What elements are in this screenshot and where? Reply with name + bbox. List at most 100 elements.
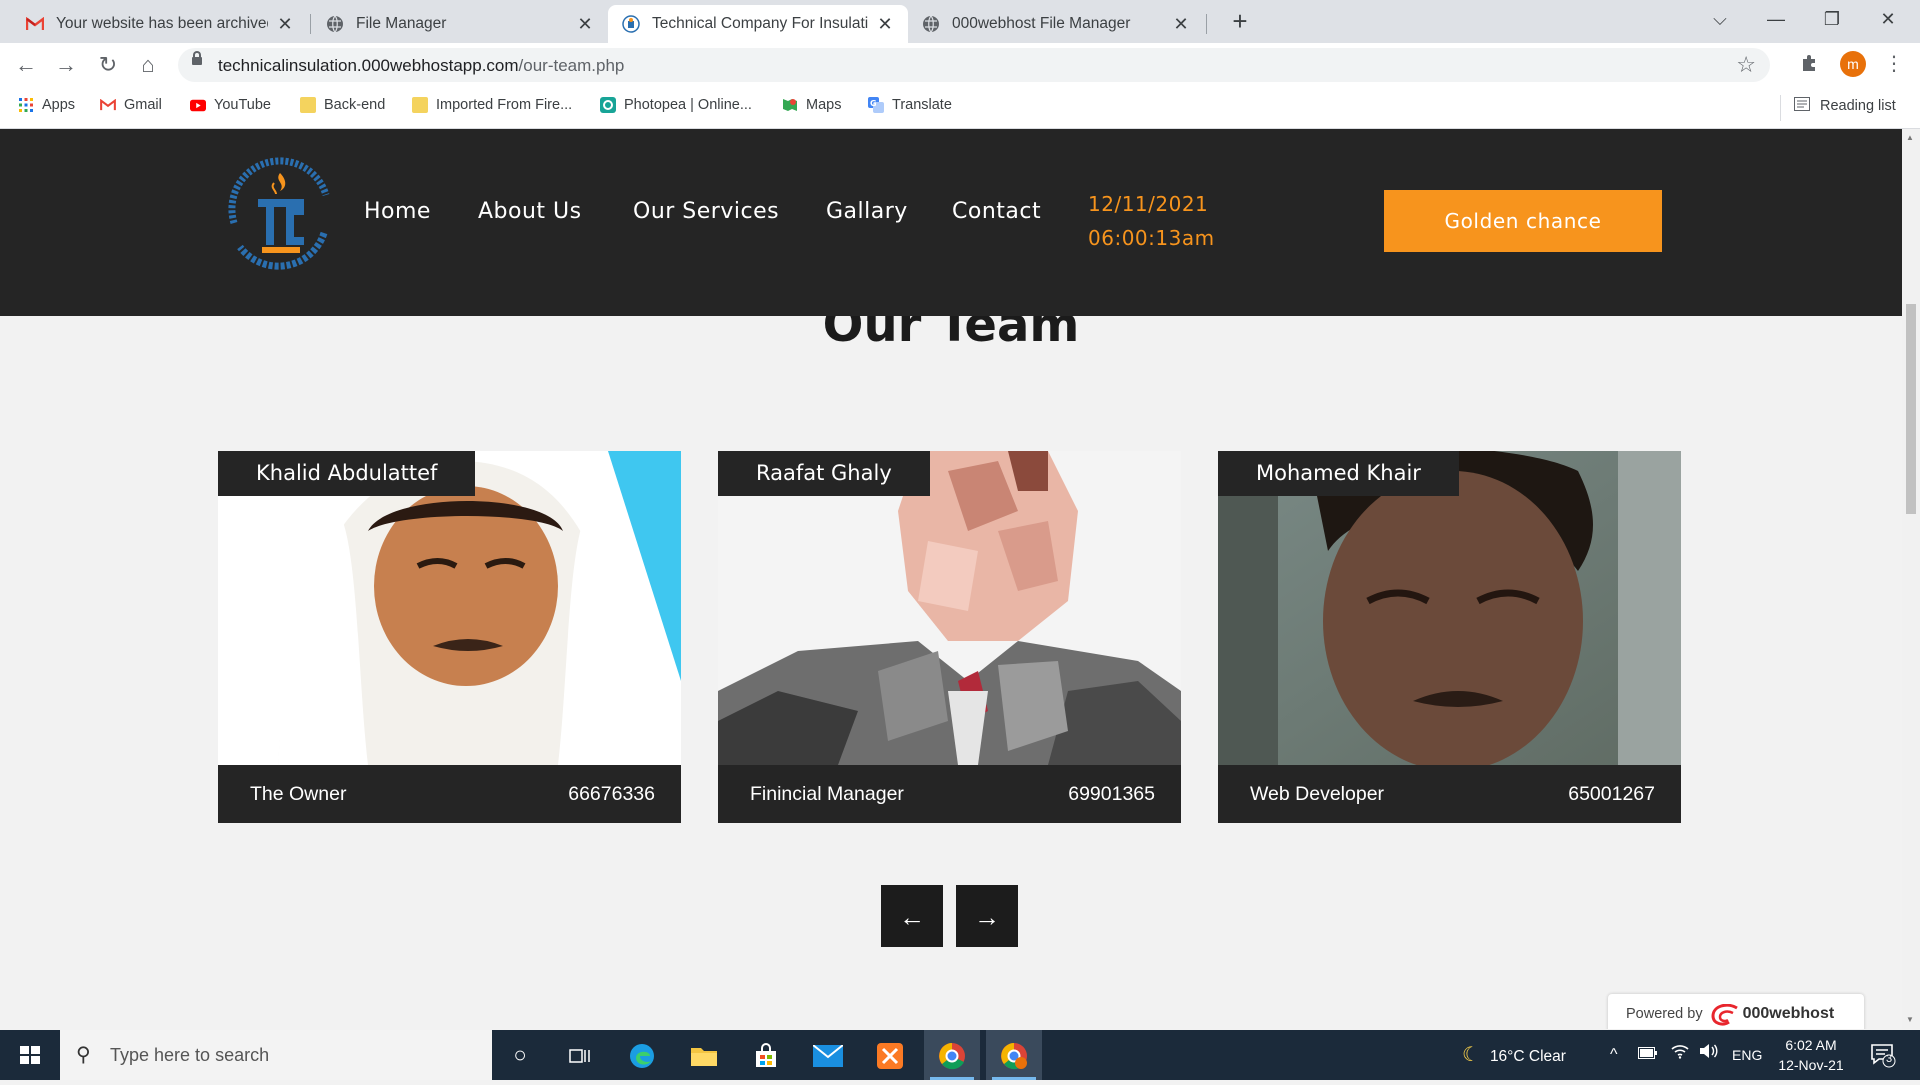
close-icon[interactable]: ✕ <box>876 14 894 35</box>
nav-home[interactable]: Home <box>364 199 431 224</box>
team-info-bar: The Owner 66676336 <box>218 765 681 823</box>
powered-by-badge[interactable]: Powered by 000webhost <box>1608 994 1864 1029</box>
bookmark-label: Imported From Fire... <box>436 97 573 113</box>
new-tab-button[interactable]: + <box>1222 6 1258 38</box>
nav-contact[interactable]: Contact <box>952 199 1041 224</box>
team-member-name: Mohamed Khair <box>1218 451 1459 496</box>
close-icon[interactable]: ✕ <box>576 14 594 35</box>
team-photo <box>1218 451 1681 765</box>
weather-widget[interactable]: ☾ 16°C Clear <box>1462 1030 1566 1080</box>
000webhost-logo-icon <box>1711 1003 1738 1026</box>
scrollbar-thumb[interactable] <box>1906 304 1916 514</box>
tab-000webhost-file-manager[interactable]: 000webhost File Manager ✕ <box>908 5 1204 43</box>
reload-icon[interactable]: ↻ <box>92 49 124 81</box>
reading-list-button[interactable]: Reading list <box>1794 97 1896 115</box>
bookmark-apps[interactable]: Apps <box>18 97 75 113</box>
team-member-phone: 69901365 <box>1068 783 1155 805</box>
notification-count: 3 <box>1885 1053 1893 1065</box>
close-icon[interactable]: ✕ <box>1172 14 1190 35</box>
mail-icon[interactable] <box>800 1030 856 1080</box>
scroll-down-arrow-icon[interactable]: ▼ <box>1906 1015 1914 1024</box>
bookmark-translate[interactable]: G Translate <box>868 97 952 113</box>
moon-icon: ☾ <box>1462 1044 1480 1066</box>
tab-file-manager[interactable]: File Manager ✕ <box>312 5 608 43</box>
tab-separator <box>1206 14 1207 34</box>
weather-text: 16°C Clear <box>1489 1048 1566 1065</box>
nav-our-services[interactable]: Our Services <box>633 199 779 224</box>
minimize-window-button[interactable]: — <box>1748 0 1804 38</box>
tab-gmail[interactable]: Your website has been archived - ✕ <box>12 5 308 43</box>
team-member-role: The Owner <box>250 783 347 805</box>
reading-list-icon <box>1794 97 1810 115</box>
more-menu-icon[interactable]: ⋮ <box>1884 51 1904 76</box>
globe-icon <box>326 15 344 33</box>
close-window-button[interactable]: ✕ <box>1860 0 1916 38</box>
browser-tab-strip: Your website has been archived - ✕ File … <box>0 0 1920 43</box>
search-icon: ⚲ <box>76 1044 91 1066</box>
task-view-icon[interactable] <box>552 1030 608 1080</box>
home-icon[interactable]: ⌂ <box>132 49 164 81</box>
close-icon[interactable]: ✕ <box>276 14 294 35</box>
folder-icon <box>300 97 316 113</box>
restore-window-button[interactable]: ❐ <box>1804 0 1860 38</box>
team-card: Khalid Abdulattef The Owner 66676336 <box>218 451 681 823</box>
company-logo[interactable] <box>216 153 344 281</box>
scroll-up-arrow-icon[interactable]: ▲ <box>1906 133 1914 142</box>
notification-center-icon[interactable]: 3 <box>1870 1042 1896 1068</box>
bookmark-label: Apps <box>42 97 76 113</box>
tab-technical-company[interactable]: Technical Company For Insulation ✕ <box>608 5 908 43</box>
bookmark-imported-from-firefox[interactable]: Imported From Fire... <box>412 97 572 113</box>
lock-icon <box>192 51 202 65</box>
profile-avatar[interactable]: m <box>1840 51 1866 77</box>
team-member-role: Finincial Manager <box>750 783 904 805</box>
microsoft-store-icon[interactable] <box>738 1030 794 1080</box>
bookmark-youtube[interactable]: YouTube <box>190 97 271 113</box>
tray-chevron-icon[interactable]: ^ <box>1610 1030 1618 1080</box>
bookmark-gmail[interactable]: Gmail <box>100 97 162 113</box>
battery-icon[interactable] <box>1638 1030 1658 1080</box>
globe-icon <box>922 15 940 33</box>
nav-gallary[interactable]: Gallary <box>826 199 908 224</box>
wifi-icon[interactable] <box>1670 1030 1690 1080</box>
xampp-icon[interactable] <box>862 1030 918 1080</box>
extensions-puzzle-icon[interactable] <box>1800 53 1820 79</box>
bookmark-maps[interactable]: Maps <box>782 97 841 113</box>
search-placeholder: Type here to search <box>110 1045 270 1065</box>
language-indicator[interactable]: ENG <box>1732 1030 1762 1080</box>
chrome-icon[interactable] <box>924 1030 980 1080</box>
address-bar[interactable]: technicalinsulation.000webhostapp.com/ou… <box>178 48 1770 82</box>
chrome-profile-icon[interactable] <box>986 1030 1042 1080</box>
windows-start-icon[interactable] <box>0 1030 60 1080</box>
carousel-prev-button[interactable]: ← <box>881 885 943 947</box>
forward-arrow-icon[interactable]: → <box>50 49 82 81</box>
bookmarks-bar: Apps Gmail YouTube Back-end Imported Fro… <box>0 87 1920 129</box>
team-member-name: Raafat Ghaly <box>718 451 930 496</box>
url-text[interactable]: technicalinsulation.000webhostapp.com/ou… <box>218 56 624 76</box>
carousel-next-button[interactable]: → <box>956 885 1018 947</box>
clock-time: 6:02 AM <box>1785 1037 1837 1053</box>
page-scrollbar[interactable]: ▲ ▼ <box>1902 129 1920 1029</box>
bookmark-label: Gmail <box>124 97 162 113</box>
live-clock: 12/11/2021 06:00:13am <box>1088 187 1215 255</box>
nav-about-us[interactable]: About Us <box>478 199 582 224</box>
edge-browser-icon[interactable] <box>614 1030 670 1080</box>
file-explorer-icon[interactable] <box>676 1030 732 1080</box>
cortana-icon[interactable]: ○ <box>492 1030 548 1080</box>
golden-chance-button[interactable]: Golden chance <box>1384 190 1662 252</box>
bookmark-photopea[interactable]: Photopea | Online... <box>600 97 752 113</box>
bookmark-back-end[interactable]: Back-end <box>300 97 385 113</box>
back-arrow-icon[interactable]: ← <box>10 49 42 81</box>
browser-toolbar: ← → ↻ ⌂ technicalinsulation.000webhostap… <box>0 43 1920 87</box>
team-card: Raafat Ghaly Finincial Manager 69901365 <box>718 451 1181 823</box>
reading-list-label: Reading list <box>1820 98 1896 114</box>
taskbar-search-box[interactable]: ⚲ Type here to search <box>60 1030 492 1080</box>
maps-icon <box>782 97 798 113</box>
volume-icon[interactable] <box>1698 1030 1718 1080</box>
bookmark-star-icon[interactable]: ☆ <box>1736 52 1756 78</box>
youtube-icon <box>190 97 206 113</box>
site-header: Home About Us Our Services Gallary Conta… <box>0 129 1902 316</box>
clock-time: 06:00:13am <box>1088 226 1215 250</box>
system-clock[interactable]: 6:02 AM 12-Nov-21 <box>1776 1035 1846 1075</box>
tab-search-chevron-icon[interactable]: ⌵ <box>1692 0 1748 38</box>
bookmark-label: Back-end <box>324 97 386 113</box>
